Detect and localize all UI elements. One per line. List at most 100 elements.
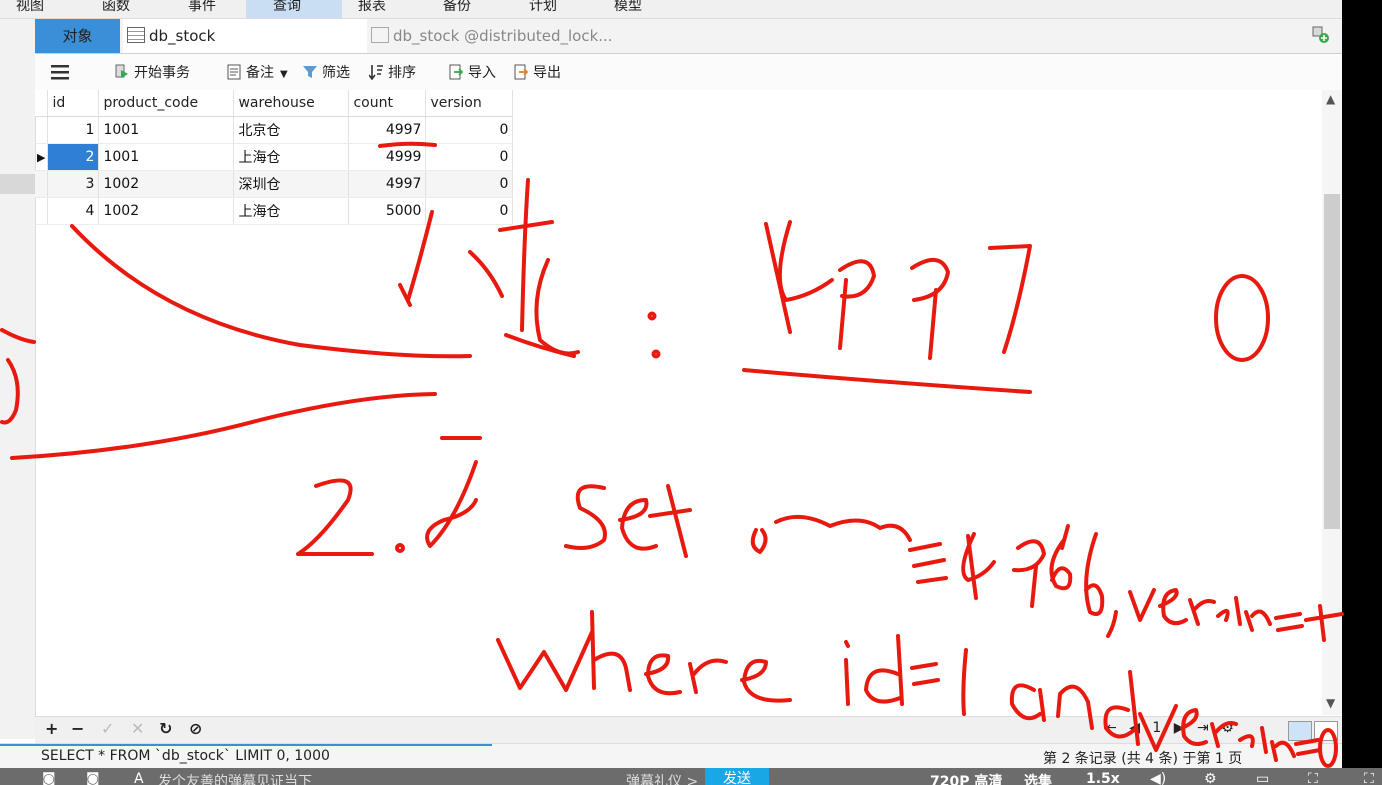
page-number[interactable]: 1 xyxy=(1152,720,1161,736)
menu-backup[interactable]: 备份 xyxy=(443,0,471,15)
prev-page-icon[interactable]: ◀ xyxy=(1129,720,1140,736)
begin-transaction-button[interactable]: 开始事务 xyxy=(115,62,190,82)
cell-product-code[interactable]: 1002 xyxy=(98,170,235,198)
delete-record-button[interactable]: − xyxy=(71,719,84,738)
scrollbar-thumb[interactable] xyxy=(1324,194,1340,529)
first-page-icon[interactable]: ⇤ xyxy=(1105,720,1117,736)
danmaku-settings-icon[interactable]: ◙ xyxy=(86,771,100,785)
navigation-selected-item[interactable] xyxy=(0,174,35,194)
menu-event[interactable]: 事件 xyxy=(188,0,216,15)
volume-icon[interactable]: ◀) xyxy=(1150,771,1166,785)
cell-warehouse[interactable]: 深圳仓 xyxy=(233,170,350,198)
speed-selector[interactable]: 1.5x xyxy=(1086,771,1120,785)
next-page-icon[interactable]: ▶ xyxy=(1174,720,1185,736)
add-record-button[interactable]: + xyxy=(45,719,58,738)
cell-warehouse[interactable]: 上海仓 xyxy=(233,197,350,225)
column-header-version[interactable]: version xyxy=(425,90,514,117)
filter-label: 筛选 xyxy=(322,65,350,81)
menu-function[interactable]: 函数 xyxy=(102,0,130,15)
picture-in-picture-icon[interactable]: ▭ xyxy=(1256,771,1269,785)
quality-selector[interactable]: 720P 高清 xyxy=(930,771,1002,785)
row-marker-header xyxy=(35,90,49,117)
table-row[interactable]: 3 1002 深圳仓 4997 0 xyxy=(35,170,514,198)
table-row[interactable]: 4 1002 上海仓 5000 0 xyxy=(35,197,514,225)
danmaku-style-icon[interactable]: A xyxy=(134,771,144,785)
design-table-icon xyxy=(371,27,389,43)
cell-count[interactable]: 4997 xyxy=(348,116,427,144)
cell-version[interactable]: 0 xyxy=(425,116,514,144)
column-header-count[interactable]: count xyxy=(348,90,427,117)
column-header-warehouse[interactable]: warehouse xyxy=(233,90,350,117)
settings-icon[interactable]: ⚙ xyxy=(1221,720,1234,736)
cell-id[interactable]: 3 xyxy=(47,170,100,198)
menu-icon[interactable] xyxy=(51,64,69,80)
export-button[interactable]: 导出 xyxy=(514,62,561,82)
fullscreen-icon[interactable]: ⛶ xyxy=(1364,771,1374,785)
discard-changes-button[interactable]: ✕ xyxy=(131,719,144,738)
filter-button[interactable]: 筛选 xyxy=(303,62,350,82)
danmaku-input[interactable]: 发个友善的弹幕见证当下 xyxy=(158,771,312,785)
form-view-icon[interactable] xyxy=(1314,721,1338,741)
tab-bar: 对象 db_stock @distributed_lock... db_stoc… xyxy=(35,19,1342,79)
menu-query[interactable]: 查询 xyxy=(246,0,342,18)
cell-count[interactable]: 5000 xyxy=(348,197,427,225)
last-page-icon[interactable]: ⇥ xyxy=(1197,720,1209,736)
navigation-pane xyxy=(0,19,36,739)
import-button[interactable]: 导入 xyxy=(449,62,496,82)
cell-count[interactable]: 4997 xyxy=(348,170,427,198)
stop-button[interactable]: ⊘ xyxy=(189,719,202,738)
cell-count[interactable]: 4999 xyxy=(348,143,427,171)
row-marker[interactable] xyxy=(35,170,49,198)
table-row[interactable]: ▶ 2 1001 上海仓 4999 0 xyxy=(35,143,514,171)
note-label: 备注 xyxy=(246,65,274,81)
cell-version[interactable]: 0 xyxy=(425,170,514,198)
cell-warehouse[interactable]: 上海仓 xyxy=(233,143,350,171)
table-row[interactable]: 1 1001 北京仓 4997 0 xyxy=(35,116,514,144)
cell-id[interactable]: 1 xyxy=(47,116,100,144)
video-control-bar: ◙ ◙ A 发个友善的弹幕见证当下 弹幕礼仪 > 发送 720P 高清 选集 1… xyxy=(0,768,1382,785)
sort-button[interactable]: 排序 xyxy=(369,62,416,82)
scroll-up-icon[interactable]: ▲ xyxy=(1326,92,1335,106)
column-header-product-code[interactable]: product_code xyxy=(98,90,235,117)
send-danmaku-button[interactable]: 发送 xyxy=(705,768,769,785)
menu-model[interactable]: 模型 xyxy=(614,0,642,15)
new-connection-icon[interactable] xyxy=(1312,26,1330,44)
grid-view-icon[interactable] xyxy=(1288,721,1312,741)
tab-objects[interactable]: 对象 xyxy=(35,19,120,53)
video-progress-bar[interactable] xyxy=(0,744,492,746)
menu-schedule[interactable]: 计划 xyxy=(529,0,557,15)
danmaku-toggle-icon[interactable]: ◙ xyxy=(42,771,56,785)
scroll-down-icon[interactable]: ▼ xyxy=(1326,696,1335,710)
note-dropdown-icon[interactable]: ▼ xyxy=(280,69,288,80)
danmaku-etiquette-link[interactable]: 弹幕礼仪 > xyxy=(626,771,698,785)
cell-version[interactable]: 0 xyxy=(425,143,514,171)
row-marker[interactable] xyxy=(35,116,49,144)
import-label: 导入 xyxy=(468,65,496,81)
tab-table-design[interactable]: db_stock @distributed_lock... xyxy=(367,19,631,53)
current-row-marker-icon[interactable]: ▶ xyxy=(35,143,49,171)
cell-product-code[interactable]: 1001 xyxy=(98,143,235,171)
cell-version[interactable]: 0 xyxy=(425,197,514,225)
filter-icon xyxy=(303,66,317,78)
vertical-scrollbar[interactable]: ▲ ▼ xyxy=(1322,90,1342,715)
note-button[interactable]: 备注 ▼ xyxy=(227,62,288,82)
apply-changes-button[interactable]: ✓ xyxy=(101,719,114,738)
cell-id[interactable]: 2 xyxy=(47,143,100,171)
cell-product-code[interactable]: 1001 xyxy=(98,116,235,144)
cell-warehouse[interactable]: 北京仓 xyxy=(233,116,350,144)
episodes-button[interactable]: 选集 xyxy=(1024,771,1052,785)
header-row: id product_code warehouse count version xyxy=(35,90,514,117)
cell-product-code[interactable]: 1002 xyxy=(98,197,235,225)
tab-table-data[interactable]: db_stock @distributed_lock... xyxy=(123,19,367,79)
widescreen-icon[interactable]: ⛶ xyxy=(1308,771,1318,785)
menu-report[interactable]: 报表 xyxy=(358,0,386,15)
menu-view[interactable]: 视图 xyxy=(16,0,44,15)
video-side-area xyxy=(1342,0,1382,768)
refresh-button[interactable]: ↻ xyxy=(159,719,172,738)
column-header-id[interactable]: id xyxy=(47,90,100,117)
player-settings-icon[interactable]: ⚙ xyxy=(1204,771,1217,785)
data-grid: id product_code warehouse count version … xyxy=(35,90,514,225)
import-icon xyxy=(449,64,463,80)
cell-id[interactable]: 4 xyxy=(47,197,100,225)
row-marker[interactable] xyxy=(35,197,49,225)
